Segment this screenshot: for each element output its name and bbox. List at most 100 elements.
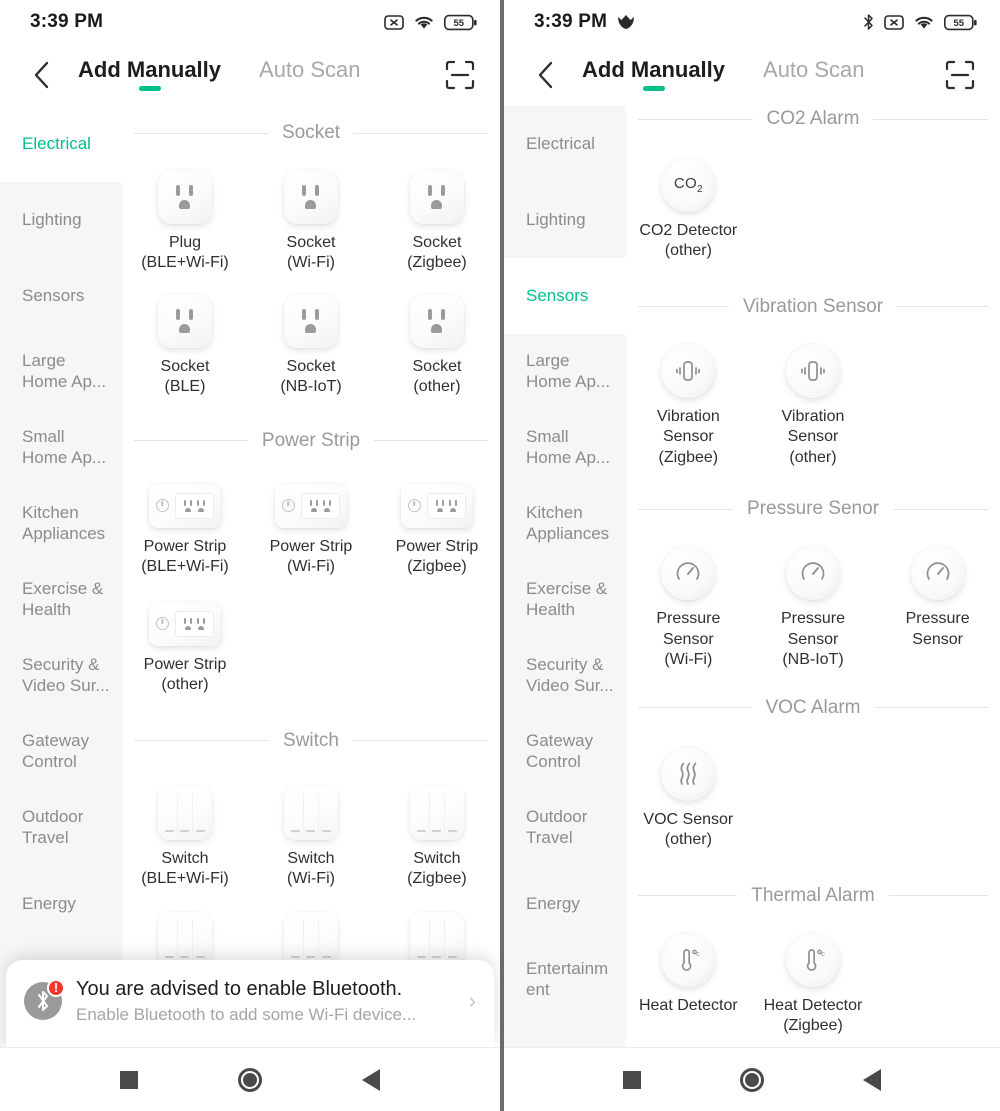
- sidebar-item-sensors[interactable]: Sensors: [0, 258, 122, 334]
- recents-square-icon[interactable]: [623, 1070, 642, 1089]
- device-item[interactable]: c Heat Detector (Zigbee): [751, 932, 876, 1037]
- device-item[interactable]: Power Strip (BLE+Wi-Fi): [122, 483, 248, 578]
- device-item[interactable]: [122, 911, 248, 966]
- banner-subtitle: Enable Bluetooth to add some Wi-Fi devic…: [76, 1005, 417, 1024]
- section-header-thermal-alarm: Thermal Alarm: [626, 885, 1000, 907]
- device-label: Pressure Sensor (NB-IoT): [780, 610, 845, 669]
- svg-text:c: c: [696, 949, 700, 958]
- sidebar-item-electrical[interactable]: Electrical: [0, 106, 122, 182]
- device-label: Socket (Zigbee): [407, 234, 467, 272]
- device-item[interactable]: Switch (BLE+Wi-Fi): [122, 785, 248, 890]
- sidebar-item-energy[interactable]: Energy: [504, 866, 626, 942]
- device-item[interactable]: Power Strip (other): [122, 601, 248, 696]
- sidebar-item-label: Gateway Control: [526, 731, 594, 771]
- device-item[interactable]: Pressure Sensor (Wi-Fi): [626, 546, 751, 670]
- sidebar-item-entertainment[interactable]: Entertainm ent: [504, 942, 626, 1018]
- tab-auto-scan[interactable]: Auto Scan: [763, 57, 865, 93]
- tab-auto-scan[interactable]: Auto Scan: [259, 57, 361, 93]
- device-item[interactable]: VOC Sensor (other): [626, 746, 751, 851]
- sidebar-item-lighting[interactable]: Lighting: [504, 182, 626, 258]
- sidebar-item-energy[interactable]: Energy: [0, 866, 122, 942]
- back-button[interactable]: [20, 60, 64, 90]
- sidebar-item-kitchen-appliances[interactable]: Kitchen Appliances: [504, 486, 626, 562]
- divider-line: [638, 895, 738, 897]
- app-header: Add Manually Auto Scan: [504, 44, 1000, 106]
- sidebar-item-gateway-control[interactable]: Gateway Control: [0, 714, 122, 790]
- category-sidebar[interactable]: Electrical Lighting Sensors Large Home A…: [504, 106, 626, 1047]
- sidebar-item-label: Energy: [526, 893, 580, 913]
- bluetooth-banner[interactable]: ! You are advised to enable Bluetooth. E…: [6, 960, 494, 1047]
- category-sidebar[interactable]: Electrical Lighting Sensors Large Home A…: [0, 106, 122, 1047]
- recents-square-icon[interactable]: [120, 1070, 138, 1089]
- device-item[interactable]: Vibration Sensor (Zigbee): [626, 343, 751, 468]
- device-label: Power Strip (Zigbee): [395, 537, 479, 576]
- tab-add-manually-label: Add Manually: [582, 57, 726, 82]
- sidebar-item-exercise-health[interactable]: Exercise & Health: [504, 562, 626, 638]
- device-label: Plug (BLE+Wi-Fi): [141, 234, 229, 272]
- sidebar-item-small-home-appliances[interactable]: Small Home Ap...: [504, 410, 626, 486]
- sidebar-item-label: Outdoor Travel: [526, 807, 588, 847]
- device-item[interactable]: Socket (BLE): [122, 293, 248, 398]
- app-glyph-icon: [617, 14, 635, 30]
- device-label: Socket (NB-IoT): [280, 357, 342, 396]
- device-list[interactable]: Socket Plug (BLE+Wi-Fi) Socket (Wi-Fi) S…: [122, 106, 500, 1047]
- tab-add-manually[interactable]: Add Manually: [78, 57, 221, 93]
- device-item[interactable]: [374, 911, 500, 966]
- device-item[interactable]: c Heat Detector: [626, 932, 751, 1037]
- sidebar-item-sensors[interactable]: Sensors: [504, 258, 626, 334]
- svg-text:55: 55: [454, 18, 465, 29]
- sidebar-item-gateway-control[interactable]: Gateway Control: [504, 714, 626, 790]
- device-item[interactable]: CO2 CO2 Detector (other): [626, 158, 751, 262]
- scan-frame-icon[interactable]: [940, 60, 980, 90]
- device-item[interactable]: Socket (Zigbee): [374, 170, 500, 274]
- device-item[interactable]: Pressure Sensor: [875, 546, 1000, 670]
- sidebar-item-security-video[interactable]: Security & Video Sur...: [0, 638, 122, 714]
- sidebar-item-large-home-appliances[interactable]: Large Home Ap...: [504, 334, 626, 410]
- main-content: Electrical Lighting Sensors Large Home A…: [504, 106, 1000, 1047]
- sidebar-item-small-home-appliances[interactable]: Small Home Ap...: [0, 410, 122, 486]
- sidebar-item-electrical[interactable]: Electrical: [504, 106, 626, 182]
- device-item[interactable]: Power Strip (Wi-Fi): [248, 483, 374, 578]
- sidebar-item-label: Energy: [22, 893, 76, 913]
- sidebar-item-kitchen-appliances[interactable]: Kitchen Appliances: [0, 486, 122, 562]
- sidebar-item-security-video[interactable]: Security & Video Sur...: [504, 638, 626, 714]
- device-item[interactable]: Vibration Sensor (other): [751, 343, 876, 468]
- svg-text:55: 55: [954, 18, 965, 29]
- home-circle-icon[interactable]: [739, 1067, 764, 1092]
- section-header-power-strip: Power Strip: [122, 430, 500, 452]
- device-item[interactable]: Pressure Sensor (NB-IoT): [751, 546, 876, 670]
- back-button[interactable]: [524, 60, 568, 90]
- sidebar-item-lighting[interactable]: Lighting: [0, 182, 122, 258]
- sidebar-item-label: Security & Video Sur...: [526, 655, 614, 695]
- status-time: 3:39 PM: [534, 11, 608, 32]
- device-item[interactable]: Switch (Wi-Fi): [248, 785, 374, 890]
- device-item[interactable]: Socket (other): [374, 293, 500, 398]
- socket-icon: [283, 293, 338, 348]
- device-item[interactable]: Switch (Zigbee): [374, 785, 500, 890]
- device-label: Power Strip (BLE+Wi-Fi): [141, 537, 229, 576]
- device-list[interactable]: CO2 Alarm CO2 CO2 Detector (other) Vibra…: [626, 106, 1000, 1047]
- device-item[interactable]: Power Strip (Zigbee): [374, 483, 500, 578]
- device-item[interactable]: [248, 911, 374, 966]
- sidebar-item-exercise-health[interactable]: Exercise & Health: [0, 562, 122, 638]
- device-item[interactable]: Socket (NB-IoT): [248, 293, 374, 398]
- tab-add-manually[interactable]: Add Manually: [582, 57, 725, 93]
- sidebar-item-outdoor-travel[interactable]: Outdoor Travel: [0, 790, 122, 866]
- sidebar-item-label: Kitchen Appliances: [526, 503, 610, 543]
- back-triangle-icon[interactable]: [862, 1068, 881, 1091]
- sidebar-item-label: Exercise & Health: [22, 579, 104, 619]
- sidebar-item-outdoor-travel[interactable]: Outdoor Travel: [504, 790, 626, 866]
- scan-frame-icon[interactable]: [440, 60, 480, 90]
- sidebar-item-large-home-appliances[interactable]: Large Home Ap...: [0, 334, 122, 410]
- divider-line: [638, 306, 729, 308]
- section-header-co2-alarm: CO2 Alarm: [626, 108, 1000, 130]
- home-circle-icon[interactable]: [238, 1067, 262, 1092]
- back-triangle-icon[interactable]: [362, 1068, 380, 1091]
- device-label: Socket (BLE): [160, 357, 210, 396]
- wifi-icon: [913, 14, 935, 31]
- sidebar-item-industry[interactable]: Industry &: [504, 1018, 626, 1047]
- tab-auto-scan-label: Auto Scan: [259, 57, 361, 82]
- device-item[interactable]: Plug (BLE+Wi-Fi): [122, 170, 248, 274]
- device-item[interactable]: Socket (Wi-Fi): [248, 170, 374, 274]
- chevron-right-icon[interactable]: ›: [469, 988, 476, 1014]
